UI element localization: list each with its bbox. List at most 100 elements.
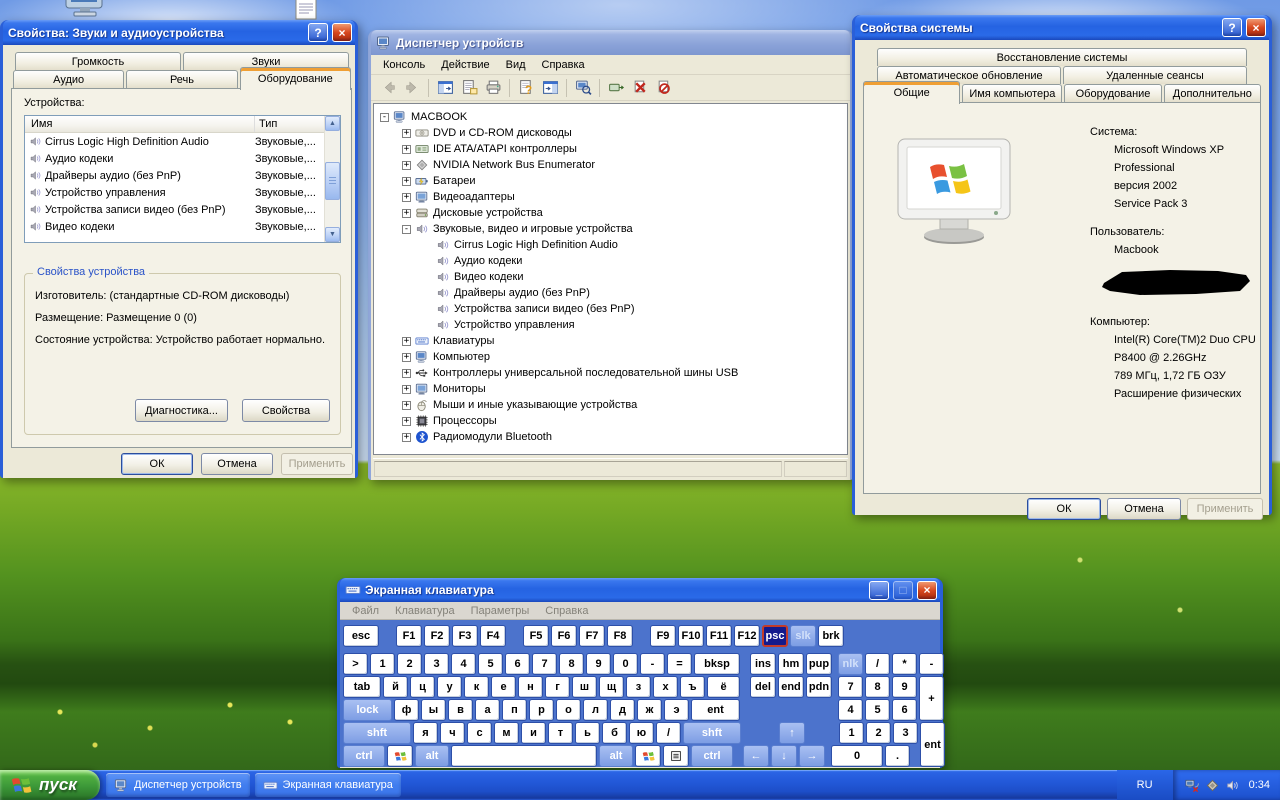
toolbar-scan-button[interactable] — [605, 77, 627, 99]
system-titlebar[interactable]: Свойства системы ? × — [855, 15, 1269, 40]
sound-tab-0[interactable]: Громкость — [15, 52, 181, 70]
key-*[interactable]: * — [892, 653, 917, 675]
key-F3[interactable]: F3 — [452, 625, 478, 647]
key-psc[interactable]: psc — [762, 625, 788, 647]
key-esc[interactable]: esc — [343, 625, 379, 647]
column-name[interactable]: Имя — [25, 116, 255, 132]
key-д[interactable]: д — [610, 699, 635, 721]
key-э[interactable]: э — [664, 699, 689, 721]
key-у[interactable]: у — [437, 676, 462, 698]
key-ф[interactable]: ф — [394, 699, 419, 721]
close-icon[interactable]: × — [1246, 18, 1266, 37]
close-icon[interactable]: × — [332, 23, 352, 42]
tree-expander-plus[interactable]: + — [402, 161, 411, 170]
key-0[interactable]: 0 — [831, 745, 883, 767]
key-й[interactable]: й — [383, 676, 408, 698]
key-я[interactable]: я — [413, 722, 438, 744]
key-/[interactable]: / — [865, 653, 890, 675]
toolbar-panel-right-button[interactable] — [539, 77, 561, 99]
sound-tab-2[interactable]: Оборудование — [240, 67, 351, 90]
key-с[interactable]: с — [467, 722, 492, 744]
key-1[interactable]: 1 — [839, 722, 864, 744]
key-F5[interactable]: F5 — [523, 625, 549, 647]
system-tab-1[interactable]: Имя компьютера — [962, 84, 1062, 102]
key-/[interactable]: / — [656, 722, 681, 744]
key-nlk[interactable]: nlk — [838, 653, 863, 675]
key-в[interactable]: в — [448, 699, 473, 721]
key-5[interactable]: 5 — [865, 699, 890, 721]
key-ent[interactable]: ent — [691, 699, 740, 721]
key-space[interactable] — [451, 745, 597, 767]
menu-item-2[interactable]: Вид — [498, 57, 534, 73]
key-ь[interactable]: ь — [575, 722, 600, 744]
key-2[interactable]: 2 — [866, 722, 891, 744]
key-х[interactable]: х — [653, 676, 678, 698]
system-tab-0[interactable]: Общие — [863, 81, 960, 104]
tree-item-label[interactable]: Видеоадаптеры — [433, 191, 515, 203]
key-+[interactable]: + — [919, 676, 944, 721]
tree-item-label[interactable]: Звуковые, видео и игровые устройства — [433, 223, 633, 235]
tree-item-label[interactable]: Мониторы — [433, 383, 486, 395]
key-6[interactable]: 6 — [892, 699, 917, 721]
language-indicator[interactable]: RU — [1117, 770, 1173, 800]
key-4[interactable]: 4 — [838, 699, 863, 721]
tree-item-label[interactable]: NVIDIA Network Bus Enumerator — [433, 159, 595, 171]
tree-item-label[interactable]: Видео кодеки — [454, 271, 524, 283]
key-л[interactable]: л — [583, 699, 608, 721]
key-brk[interactable]: brk — [818, 625, 844, 647]
tree-item-label[interactable]: IDE ATA/ATAPI контроллеры — [433, 143, 577, 155]
key-о[interactable]: о — [556, 699, 581, 721]
desktop-icon-document[interactable] — [294, 0, 318, 20]
scroll-down-icon[interactable]: ▼ — [325, 227, 340, 242]
nvidia-icon[interactable] — [1205, 778, 1220, 793]
apply-button[interactable]: Применить — [281, 453, 353, 475]
tree-item-label[interactable]: Устройство управления — [454, 319, 575, 331]
tree-expander-plus[interactable]: + — [402, 209, 411, 218]
toolbar-forward-button[interactable] — [401, 77, 423, 99]
key-8[interactable]: 8 — [865, 676, 890, 698]
tree-item-label[interactable]: DVD и CD-ROM дисководы — [433, 127, 572, 139]
key-lock[interactable]: lock — [343, 699, 392, 721]
menu-item-3[interactable]: Справка — [534, 57, 593, 73]
tree-expander-plus[interactable]: + — [402, 385, 411, 394]
tree-expander-plus[interactable]: + — [402, 177, 411, 186]
system-tab-2[interactable]: Оборудование — [1064, 84, 1161, 102]
tree-item-label[interactable]: Cirrus Logic High Definition Audio — [454, 239, 618, 251]
key-р[interactable]: р — [529, 699, 554, 721]
key-9[interactable]: 9 — [586, 653, 611, 675]
key-end[interactable]: end — [778, 676, 804, 698]
device-list-row[interactable]: Устройство управленияЗвуковые,... — [25, 184, 340, 201]
tree-item-label[interactable]: Компьютер — [433, 351, 490, 363]
tree-expander-plus[interactable]: + — [402, 369, 411, 378]
keyboard-menu-item-2[interactable]: Параметры — [463, 604, 538, 618]
key-н[interactable]: н — [518, 676, 543, 698]
key-pdn[interactable]: pdn — [806, 676, 832, 698]
maximize-icon[interactable]: □ — [893, 581, 913, 600]
properties-button[interactable]: Свойства — [242, 399, 330, 422]
key-3[interactable]: 3 — [893, 722, 918, 744]
device-list-row[interactable]: Драйверы аудио (без PnP)Звуковые,... — [25, 167, 340, 184]
key-ж[interactable]: ж — [637, 699, 662, 721]
key-ins[interactable]: ins — [750, 653, 776, 675]
tree-expander-plus[interactable]: + — [402, 145, 411, 154]
key-2[interactable]: 2 — [397, 653, 422, 675]
key-windows[interactable] — [387, 745, 413, 767]
tree-item-label[interactable]: Аудио кодеки — [454, 255, 522, 267]
key-к[interactable]: к — [464, 676, 489, 698]
key-hm[interactable]: hm — [778, 653, 804, 675]
key-F7[interactable]: F7 — [579, 625, 605, 647]
key-←[interactable]: ← — [743, 745, 769, 767]
device-list-row[interactable]: Cirrus Logic High Definition AudioЗвуков… — [25, 133, 340, 150]
scroll-thumb[interactable] — [325, 162, 340, 200]
keyboard-menu-item-1[interactable]: Клавиатура — [387, 604, 463, 618]
key-1[interactable]: 1 — [370, 653, 395, 675]
cancel-button[interactable]: Отмена — [201, 453, 273, 475]
device-list-row[interactable]: Видео кодекиЗвуковые,... — [25, 218, 340, 235]
key-F1[interactable]: F1 — [396, 625, 422, 647]
tree-expander-plus[interactable]: + — [402, 433, 411, 442]
key-del[interactable]: del — [750, 676, 776, 698]
tree-expander-plus[interactable]: + — [402, 337, 411, 346]
taskbar-clock[interactable]: 0:34 — [1249, 779, 1270, 791]
key-г[interactable]: г — [545, 676, 570, 698]
toolbar-panel-left-button[interactable] — [434, 77, 456, 99]
